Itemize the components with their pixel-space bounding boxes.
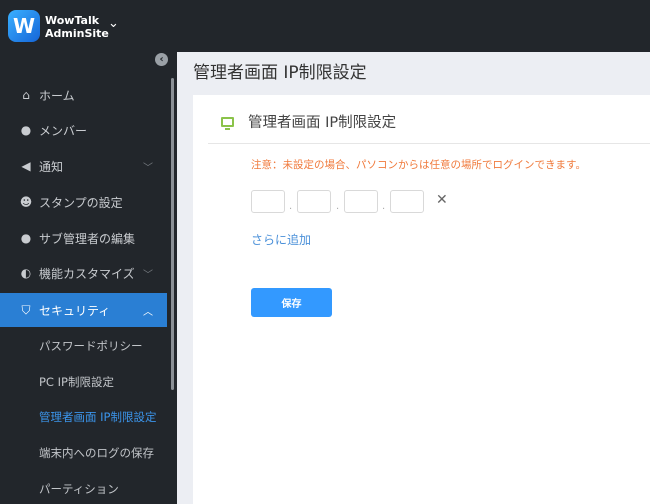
chevron-down-icon: ﹀ xyxy=(143,162,153,174)
ip-octet-4[interactable] xyxy=(390,190,424,213)
user-icon: ● xyxy=(20,123,32,137)
wowtalk-logo: W xyxy=(8,10,40,42)
sidebar-item-customize[interactable]: ◐ 機能カスタマイズ ﹀ xyxy=(0,256,167,290)
collapse-sidebar-icon[interactable]: ‹ xyxy=(155,53,168,66)
shield-icon: ⛉ xyxy=(21,302,31,317)
monitor-icon xyxy=(221,116,234,130)
ip-octet-3[interactable] xyxy=(344,190,378,213)
warning-note: 注意：未設定の場合、パソコンからは任意の場所でログインできます。 xyxy=(251,159,586,171)
sidebar-item-stamps[interactable]: ☻ スタンプの設定 xyxy=(0,185,167,219)
ip-octet-2[interactable] xyxy=(297,190,331,213)
sidebar-item-security[interactable]: ⛉ セキュリティ ︿ xyxy=(0,293,167,327)
brand-name[interactable]: WowTalk AdminSite xyxy=(45,14,109,40)
smiley-icon: ☻ xyxy=(19,195,33,209)
sub-item-pc-ip[interactable]: PC IP制限設定 xyxy=(39,374,114,390)
sub-item-partition[interactable]: パーティション xyxy=(39,481,119,497)
add-more-link[interactable]: さらに追加 xyxy=(251,231,311,248)
remove-ip-icon[interactable]: ✕ xyxy=(436,192,448,208)
ip-separator: . xyxy=(336,201,340,212)
ip-separator: . xyxy=(289,201,293,212)
home-icon: ⌂ xyxy=(22,88,30,102)
ip-separator: . xyxy=(382,201,386,212)
divider xyxy=(208,143,650,144)
sub-item-admin-ip[interactable]: 管理者画面 IP制限設定 xyxy=(39,409,156,425)
save-button[interactable]: 保存 xyxy=(251,288,332,317)
megaphone-icon: ◀ xyxy=(21,159,31,173)
user-icon: ● xyxy=(20,231,32,245)
sub-item-log-save[interactable]: 端末内へのログの保存 xyxy=(39,445,154,461)
settings-card: 管理者画面 IP制限設定 注意：未設定の場合、パソコンからは任意の場所でログイン… xyxy=(193,95,650,504)
chevron-up-icon: ︿ xyxy=(143,306,153,318)
sidebar-scrollbar[interactable] xyxy=(171,78,174,390)
chevron-down-icon[interactable]: ⌄ xyxy=(108,16,119,31)
sidebar-item-notifications[interactable]: ◀ 通知 ﹀ xyxy=(0,149,167,183)
sub-item-password-policy[interactable]: パスワードポリシー xyxy=(39,338,143,354)
page-title: 管理者画面 IP制限設定 xyxy=(193,63,367,83)
ip-octet-1[interactable] xyxy=(251,190,285,213)
card-title: 管理者画面 IP制限設定 xyxy=(248,115,397,131)
sidebar-item-sub-admin[interactable]: ● サブ管理者の編集 xyxy=(0,221,167,255)
toggle-icon: ◐ xyxy=(20,266,32,280)
sidebar-item-members[interactable]: ● メンバー xyxy=(0,113,167,147)
sidebar: ⌂ ホーム ● メンバー ◀ 通知 ﹀ ☻ スタンプの設定 ● サブ管理者の編集 ◐ 機能カス… xyxy=(0,52,177,504)
chevron-down-icon: ﹀ xyxy=(143,269,153,281)
sidebar-item-home[interactable]: ⌂ ホーム xyxy=(0,78,167,112)
